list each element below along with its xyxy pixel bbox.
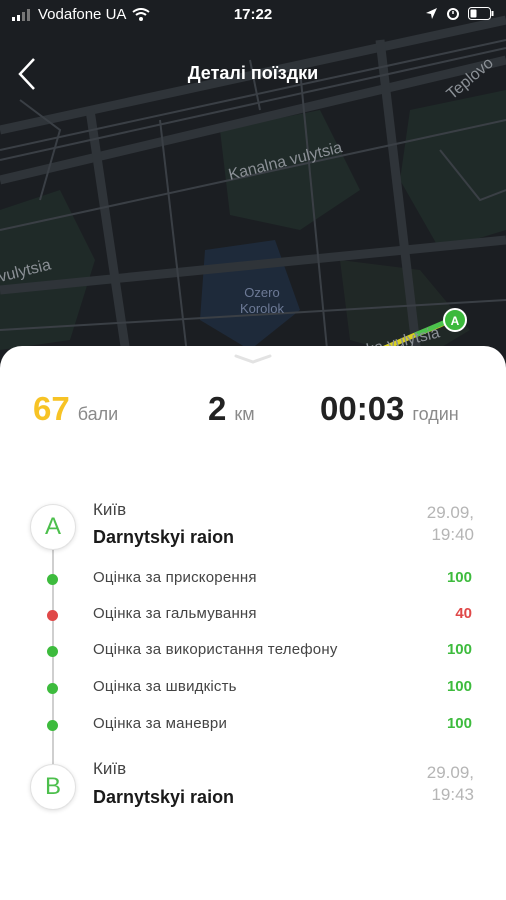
distance-value: 2 <box>208 390 227 427</box>
score-value: 100 <box>446 569 472 586</box>
location-arrow-icon <box>426 7 437 19</box>
map-label-lake: Ozero <box>244 285 279 300</box>
end-datetime: 29.09, 19:43 <box>427 762 474 806</box>
trip-details-card: 67 бали 2 км 00:03 годин A Київ Darnytsk… <box>0 346 506 900</box>
score-unit: бали <box>77 404 119 424</box>
start-city: Київ <box>93 500 127 519</box>
score-value: 67 <box>33 390 70 427</box>
score-value: 40 <box>455 605 472 622</box>
start-point-marker: A <box>30 504 76 550</box>
start-datetime: 29.09, 19:40 <box>427 502 474 546</box>
status-dot <box>47 610 58 621</box>
nav-bar: Деталі поїздки <box>0 30 506 110</box>
score-label: Оцінка за швидкість <box>93 678 237 695</box>
page-title: Деталі поїздки <box>187 63 319 83</box>
trip-stats: 67 бали 2 км 00:03 годин <box>0 390 506 430</box>
end-city: Київ <box>93 759 127 778</box>
alarm-icon <box>447 8 459 20</box>
status-bar: Vodafone UA 17:22 <box>0 0 506 30</box>
score-value: 100 <box>446 715 472 732</box>
sheet-handle-icon[interactable] <box>232 352 274 366</box>
end-date: 29.09, <box>426 763 474 782</box>
stat-score: 67 бали <box>33 390 118 428</box>
score-row: Оцінка за маневри 100 <box>0 713 506 737</box>
score-label: Оцінка за прискорення <box>93 569 257 586</box>
score-value: 100 <box>446 641 472 658</box>
duration-value: 00:03 <box>320 390 405 427</box>
start-date: 29.09, <box>426 503 474 522</box>
status-dot <box>47 646 58 657</box>
battery-icon <box>468 6 494 20</box>
score-label: Оцінка за маневри <box>93 715 228 732</box>
score-row: Оцінка за швидкість 100 <box>0 676 506 700</box>
map-marker-label: A <box>451 314 460 328</box>
score-label: Оцінка за гальмування <box>93 605 257 622</box>
distance-unit: км <box>234 404 255 424</box>
end-area: Darnytskyi raion <box>93 787 235 807</box>
score-value: 100 <box>446 678 472 695</box>
score-row: Оцінка за використання телефону 100 <box>0 639 506 663</box>
status-dot <box>47 574 58 585</box>
duration-unit: годин <box>412 404 459 424</box>
score-row: Оцінка за прискорення 100 <box>0 567 506 591</box>
status-dot <box>47 683 58 694</box>
start-area: Darnytskyi raion <box>93 527 235 547</box>
stat-duration: 00:03 годин <box>320 390 459 428</box>
start-time: 19:40 <box>431 525 474 544</box>
score-label: Оцінка за використання телефону <box>93 641 338 658</box>
map-label-lake: Korolok <box>240 301 285 316</box>
end-time: 19:43 <box>431 785 474 804</box>
score-row: Оцінка за гальмування 40 <box>0 603 506 627</box>
status-dot <box>47 720 58 731</box>
end-point-marker: B <box>30 764 76 810</box>
stat-distance: 2 км <box>208 390 255 428</box>
